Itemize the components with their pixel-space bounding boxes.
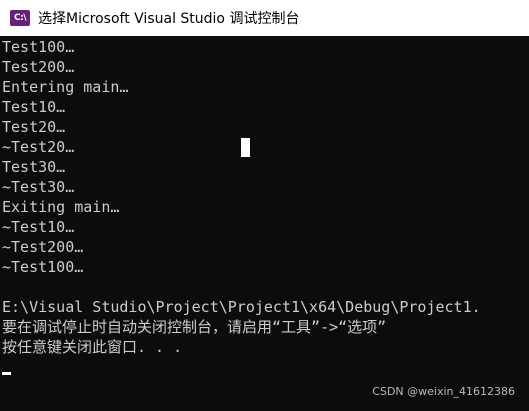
console-line: Test200… <box>2 58 75 76</box>
title-bar[interactable]: C:\ 选择Microsoft Visual Studio 调试控制台 <box>0 0 529 36</box>
console-line: ~Test200… <box>2 238 84 256</box>
console-line-path: E:\Visual Studio\Project\Project1\x64\De… <box>2 298 481 316</box>
watermark: CSDN @weixin_41612386 <box>372 385 515 398</box>
console-line: Test20… <box>2 118 66 136</box>
console-line: Test100… <box>2 38 75 56</box>
console-output[interactable]: Test100… Test200… Entering main… Test10…… <box>0 37 529 411</box>
console-line: ~Test30… <box>2 178 75 196</box>
console-line: Test10… <box>2 98 66 116</box>
console-line-press-key: 按任意键关闭此窗口. . . <box>2 338 183 356</box>
vs-debug-console-icon: C:\ <box>10 10 30 26</box>
window-title: 选择Microsoft Visual Studio 调试控制台 <box>38 11 300 27</box>
console-line-hint: 要在调试停止时自动关闭控制台，请启用“工具”->“选项” <box>2 318 387 336</box>
text-cursor <box>2 372 11 375</box>
console-line: Exiting main… <box>2 198 120 216</box>
debug-console-window: C:\ 选择Microsoft Visual Studio 调试控制台 Test… <box>0 0 529 411</box>
console-line: Entering main… <box>2 78 129 96</box>
console-line: ~Test100… <box>2 258 84 276</box>
selection-cursor <box>241 138 250 157</box>
console-line: ~Test20… <box>2 138 75 156</box>
console-line: Test30… <box>2 158 66 176</box>
console-line: ~Test10… <box>2 218 75 236</box>
